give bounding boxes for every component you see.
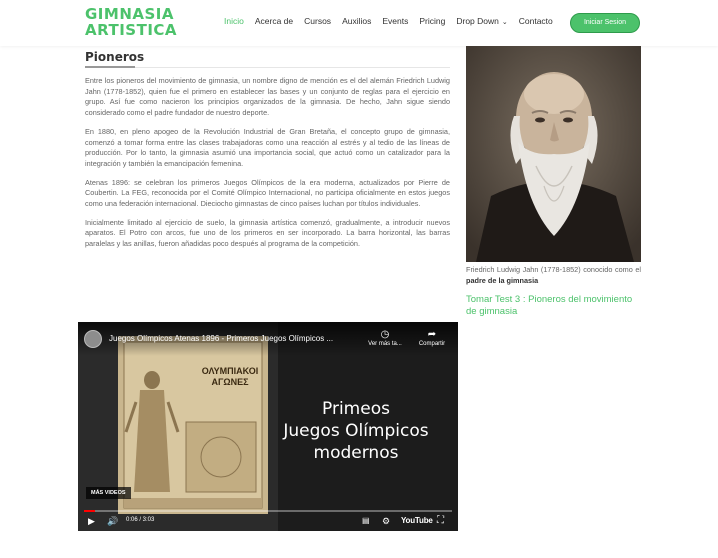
title-divider [85, 67, 450, 68]
nav-item-inicio[interactable]: Inicio [224, 16, 244, 26]
portrait-caption: Friedrich Ludwig Jahn (1778-1852) conoci… [466, 264, 641, 286]
article-paragraph: En 1880, en pleno apogeo de la Revolució… [85, 126, 450, 168]
title-divider-accent [85, 66, 135, 68]
nav-item-acerca[interactable]: Acerca de [255, 16, 293, 26]
settings-gear-icon[interactable]: ⚙ [382, 515, 390, 527]
nav-item-pricing[interactable]: Pricing [419, 16, 445, 26]
video-controls: ▶ 🔊 0:06 / 3:03 ▤ ⚙ YouTube ⛶ [78, 513, 458, 531]
nav-item-cursos[interactable]: Cursos [304, 16, 331, 26]
main-nav: Inicio Acerca de Cursos Auxilios Events … [224, 16, 564, 26]
more-videos-button[interactable]: MÁS VIDEOS [86, 487, 131, 499]
nav-item-events[interactable]: Events [382, 16, 408, 26]
volume-icon[interactable]: 🔊 [107, 515, 118, 527]
nav-item-contacto[interactable]: Contacto [519, 16, 553, 26]
nav-item-dropdown-label: Drop Down [456, 16, 499, 26]
youtube-logo[interactable]: YouTube [401, 516, 433, 525]
video-time: 0:06 / 3:03 [126, 517, 155, 523]
caption-bold: padre de la gimnasia [466, 276, 539, 285]
video-progress-fill [84, 510, 96, 512]
video-overlay-caption: Primeos Juegos Olímpicos modernos [276, 398, 436, 464]
overlay-line-3: modernos [313, 443, 399, 463]
overlay-line-1: Primeos [322, 399, 390, 419]
nav-item-dropdown[interactable]: Drop Down ⌄ [456, 16, 507, 26]
chevron-down-icon: ⌄ [501, 19, 508, 26]
nav-item-auxilios[interactable]: Auxilios [342, 16, 371, 26]
clock-icon: ◷ [380, 329, 390, 340]
article-paragraph: Inicialmente limitado al ejercicio de su… [85, 217, 450, 249]
subtitles-icon[interactable]: ▤ [362, 515, 370, 527]
logo-line-2: ARTISTICA [85, 21, 178, 39]
page-title: Pioneros [85, 50, 145, 64]
jahn-portrait-image [466, 46, 641, 262]
site-header: GIMNASIA ARTISTICA Inicio Acerca de Curs… [0, 0, 718, 46]
watch-later-label: Ver más ta... [368, 341, 402, 347]
login-button[interactable]: Iniciar Sesion [570, 13, 640, 33]
fullscreen-icon[interactable]: ⛶ [437, 515, 444, 527]
overlay-line-2: Juegos Olímpicos [283, 421, 429, 441]
article-paragraph: Entre los pioneros del movimiento de gim… [85, 76, 450, 118]
share-label: Compartir [418, 341, 446, 347]
youtube-video-player[interactable]: ΟΛΥΜΠΙΑΚΟΙ ΑΓΩΝΕΣ Juegos Olímpicos Atena… [78, 322, 458, 531]
poster-title: ΟΛΥΜΠΙΑΚΟΙ ΑΓΩΝΕΣ [201, 366, 259, 387]
video-progress-bar[interactable] [84, 510, 452, 512]
watch-later-button[interactable]: ◷ Ver más ta... [365, 328, 405, 347]
share-icon: ➦ [427, 329, 437, 340]
video-title[interactable]: Juegos Olímpicos Atenas 1896 - Primeros … [109, 334, 333, 343]
channel-avatar[interactable] [84, 330, 102, 348]
logo-line-1: GIMNASIA [85, 5, 174, 23]
portrait-illustration [466, 46, 641, 262]
site-logo[interactable]: GIMNASIA ARTISTICA [85, 6, 177, 38]
take-test-link[interactable]: Tomar Test 3 : Pioneros del movimiento d… [466, 294, 641, 318]
article-paragraph: Atenas 1896: se celebran los primeros Ju… [85, 177, 450, 209]
share-button[interactable]: ➦ Compartir [412, 328, 452, 347]
caption-text: Friedrich Ludwig Jahn (1778-1852) conoci… [466, 265, 641, 274]
article-body: Entre los pioneros del movimiento de gim… [85, 76, 450, 258]
play-icon[interactable]: ▶ [88, 515, 95, 527]
